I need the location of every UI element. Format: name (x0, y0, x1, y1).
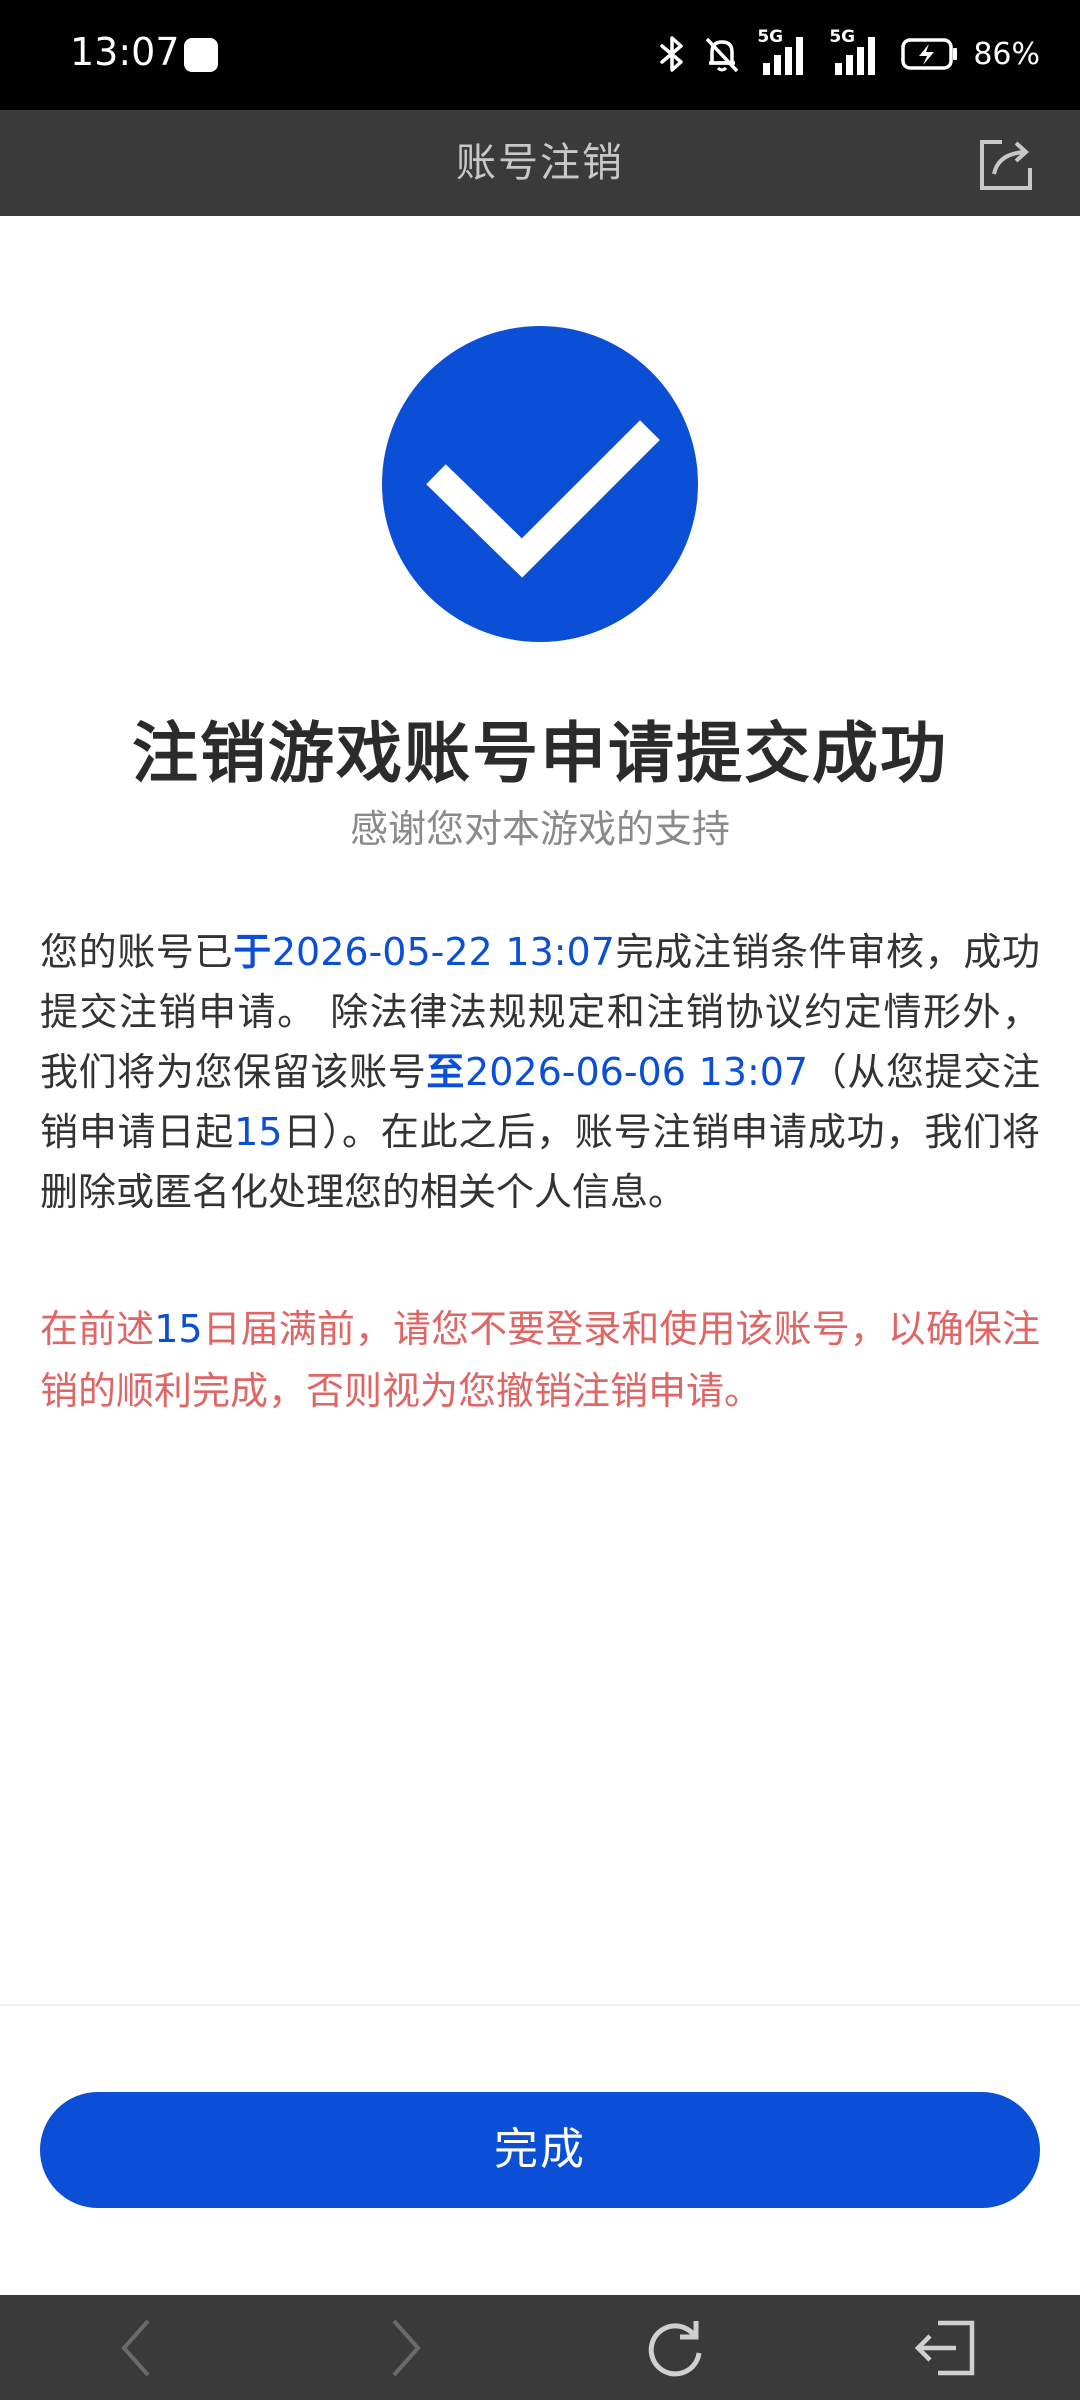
battery-level: 86% (973, 36, 1040, 72)
signal-bars-icon (763, 37, 804, 75)
warning-notice: 在前述15日届满前，请您不要登录和使用该账号，以确保注销的顺利完成，否则视为您撤… (40, 1298, 1040, 1422)
status-icons: 5G 5G 86% (657, 26, 1040, 82)
title-bar: 账号注销 (0, 110, 1080, 216)
retain-until-time: 2026-06-06 13:07 (465, 1050, 809, 1094)
checkmark-icon (426, 420, 660, 578)
status-time: 13:07 (70, 30, 180, 74)
signal-1: 5G (757, 27, 815, 77)
signal-2: 5G (829, 27, 887, 77)
share-icon (980, 140, 1032, 190)
warning-days: 15 (154, 1307, 203, 1351)
back-button[interactable] (106, 2317, 168, 2379)
exit-icon (914, 2320, 975, 2376)
retain-days: 15 (234, 1110, 283, 1154)
cancellation-details: 您的账号已于2026-05-22 13:07完成注销条件审核，成功提交注销申请。… (40, 922, 1040, 1222)
refresh-icon (648, 2321, 702, 2377)
at-word: 于 (233, 930, 272, 974)
status-bar: 13:07 5G 5G 86% (0, 0, 1080, 110)
signal-bars-icon (835, 37, 876, 75)
body-part1: 您的账号已 (40, 930, 234, 974)
until-word: 至 (426, 1050, 466, 1094)
warning-part1: 在前述 (40, 1307, 155, 1351)
review-time: 2026-05-22 13:07 (271, 930, 615, 974)
success-badge (382, 326, 698, 642)
battery-charging-icon (901, 38, 958, 70)
bluetooth-icon (660, 36, 684, 72)
back-arrow-icon (121, 2319, 150, 2377)
share-button[interactable] (976, 134, 1036, 194)
notification-app-icon (184, 38, 218, 72)
success-headline: 注销游戏账号申请提交成功 (132, 715, 948, 792)
bell-muted-icon (706, 37, 739, 73)
browser-nav-bar (0, 2295, 1080, 2400)
thanks-subline: 感谢您对本游戏的支持 (349, 807, 730, 851)
refresh-button[interactable] (644, 2317, 706, 2379)
exit-button[interactable] (912, 2317, 975, 2379)
forward-arrow-icon (392, 2319, 421, 2377)
done-button[interactable]: 完成 (40, 2092, 1040, 2208)
footer-divider (0, 2004, 1080, 2006)
page-title: 账号注销 (456, 140, 624, 186)
forward-button[interactable] (374, 2317, 436, 2379)
